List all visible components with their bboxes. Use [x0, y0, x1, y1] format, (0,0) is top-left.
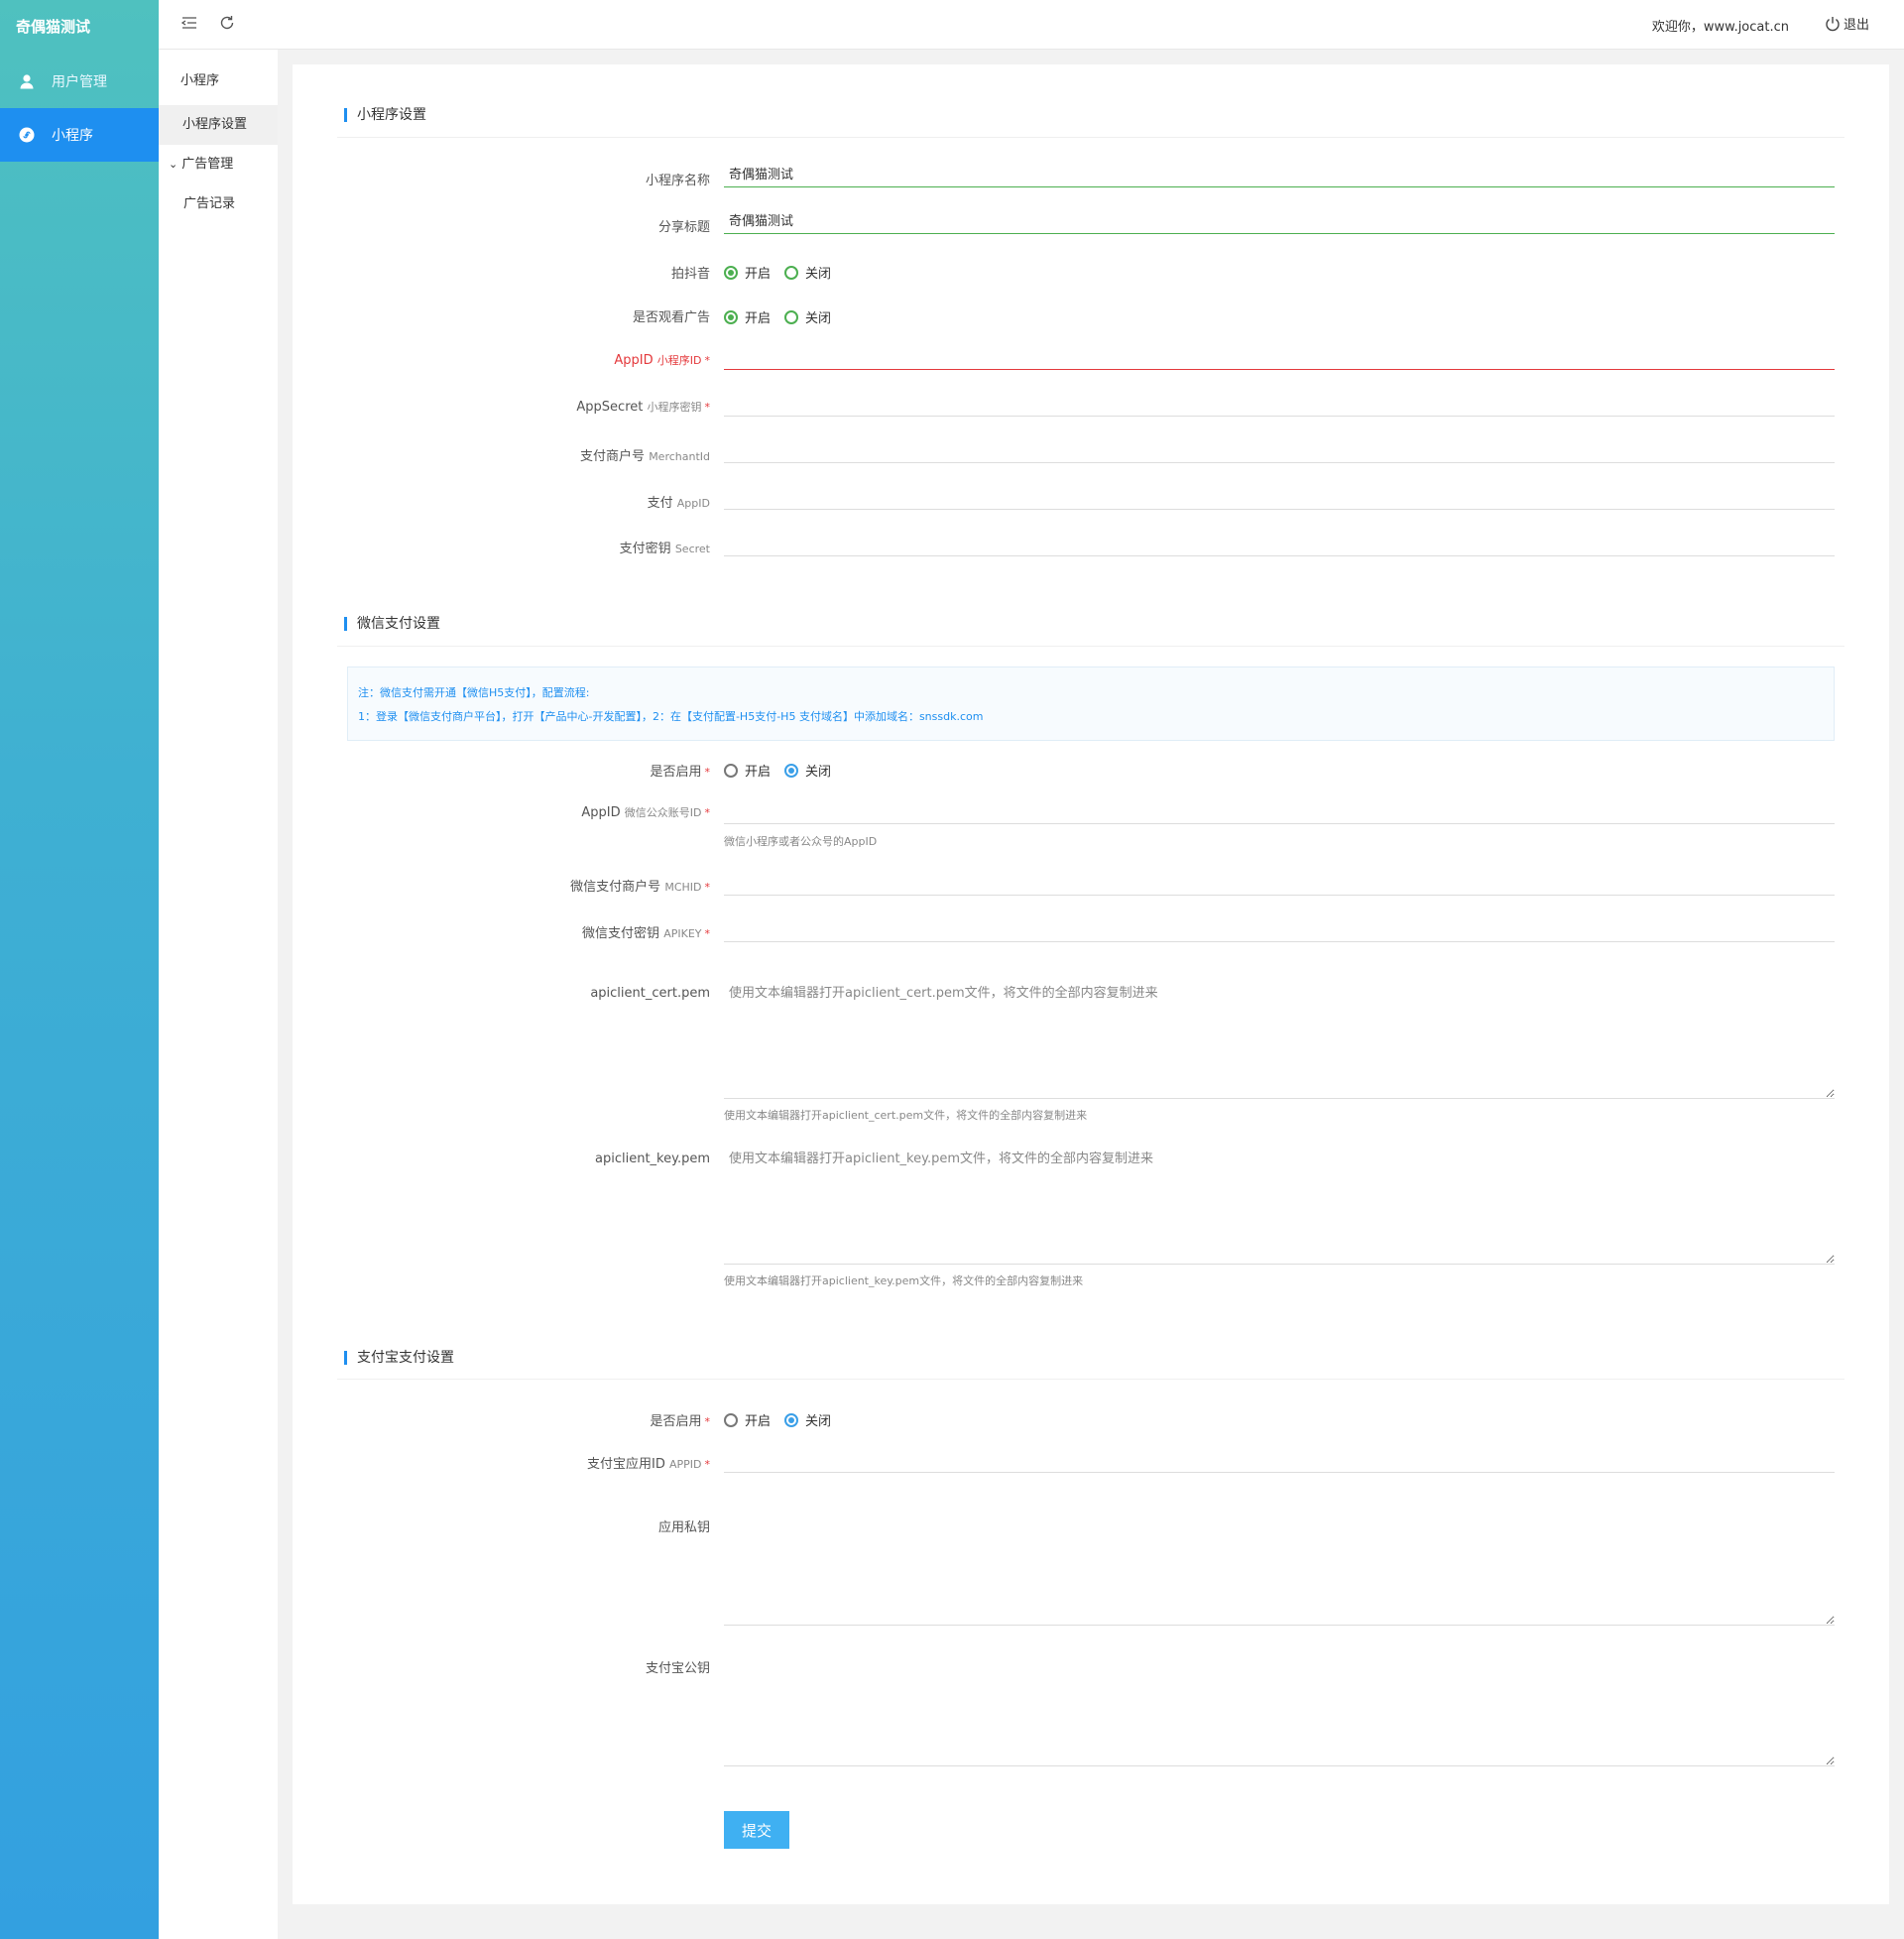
cert-pem-textarea[interactable] [724, 976, 1835, 1099]
label-cert-pem: apiclient_cert.pem [590, 986, 710, 1001]
section-title-alipay: 支付宝支付设置 [344, 1351, 454, 1365]
pay-secret-input[interactable] [724, 529, 1835, 556]
label-alipay-enable: 是否启用 * [650, 1414, 710, 1429]
label-appsecret: AppSecret 小程序密钥 * [576, 400, 710, 415]
alipay-enable-radio-group: 开启 关闭 [724, 1410, 845, 1429]
appsecret-input[interactable] [724, 389, 1835, 417]
douyin-radio-group: 开启 关闭 [724, 263, 845, 282]
label-app-private-key: 应用私钥 [657, 1520, 710, 1535]
divider [337, 137, 1844, 138]
label-pay-appid: 支付 AppID [647, 496, 710, 511]
wechat-notice: 注：微信支付需开通【微信H5支付】，配置流程: 1：登录【微信支付商户平台】，打… [347, 667, 1835, 741]
wechat-off-radio[interactable]: 关闭 [784, 761, 831, 780]
cert-pem-help: 使用文本编辑器打开apiclient_cert.pem文件，将文件的全部内容复制… [724, 1109, 1088, 1122]
label-miniapp-name: 小程序名称 [645, 174, 710, 188]
top-header: 欢迎你，www.jocat.cn 退出 [159, 0, 1904, 50]
label-alipay-public-key: 支付宝公钥 [645, 1661, 710, 1676]
sidebar-item-users[interactable]: 用户管理 [0, 55, 159, 108]
user-icon [18, 72, 36, 90]
logout-button[interactable]: 退出 [1825, 14, 1869, 33]
alipay-off-radio[interactable]: 关闭 [784, 1410, 831, 1429]
welcome-text: 欢迎你，www.jocat.cn [1651, 20, 1789, 35]
watch-ads-radio-group: 开启 关闭 [724, 307, 845, 326]
ads-on-radio[interactable]: 开启 [724, 307, 771, 326]
wechat-mchid-input[interactable] [724, 868, 1835, 896]
douyin-on-radio[interactable]: 开启 [724, 263, 771, 282]
section-title-wechat: 微信支付设置 [344, 617, 440, 631]
subnav-group-label: 广告管理 [181, 157, 234, 172]
label-share-title: 分享标题 [657, 220, 710, 235]
share-title-input[interactable] [724, 206, 1835, 234]
submit-button[interactable]: 提交 [724, 1811, 789, 1849]
key-pem-help: 使用文本编辑器打开apiclient_key.pem文件，将文件的全部内容复制进… [724, 1274, 1084, 1287]
wechat-apikey-input[interactable] [724, 914, 1835, 942]
wechat-appid-help: 微信小程序或者公众号的AppID [724, 835, 878, 848]
label-pay-secret: 支付密钥 Secret [619, 542, 710, 556]
label-wechat-apikey: 微信支付密钥 APIKEY * [582, 926, 710, 941]
logout-label: 退出 [1843, 18, 1869, 33]
pay-appid-input[interactable] [724, 482, 1835, 510]
notice-line: 注：微信支付需开通【微信H5支付】，配置流程: [358, 686, 590, 699]
sub-navigation: 小程序 小程序设置 ⌄ 广告管理 广告记录 [159, 0, 278, 1939]
key-pem-textarea[interactable] [724, 1142, 1835, 1265]
label-wechat-enable: 是否启用 * [650, 765, 710, 780]
wechat-enable-radio-group: 开启 关闭 [724, 761, 845, 780]
alipay-appid-input[interactable] [724, 1445, 1835, 1473]
app-private-key-textarea[interactable] [724, 1507, 1835, 1626]
label-wechat-appid: AppID 微信公众账号ID * [581, 805, 710, 820]
divider [337, 1379, 1844, 1380]
subnav-group-ads[interactable]: ⌄ 广告管理 [159, 145, 278, 184]
miniprogram-icon [18, 126, 36, 144]
alipay-on-radio[interactable]: 开启 [724, 1410, 771, 1429]
subnav-title: 小程序 [180, 73, 220, 88]
refresh-icon[interactable] [218, 14, 238, 34]
wechat-on-radio[interactable]: 开启 [724, 761, 771, 780]
label-watch-ads: 是否观看广告 [632, 310, 710, 325]
subnav-item-miniapp-settings[interactable]: 小程序设置 [159, 105, 278, 145]
appid-input[interactable] [724, 342, 1835, 370]
douyin-off-radio[interactable]: 关闭 [784, 263, 831, 282]
merchant-id-input[interactable] [724, 435, 1835, 463]
label-douyin: 拍抖音 [670, 267, 710, 282]
sidebar-item-label: 小程序 [52, 128, 93, 144]
sidebar-item-label: 用户管理 [52, 74, 107, 90]
label-wechat-mchid: 微信支付商户号 MCHID * [570, 880, 710, 895]
notice-line: 1：登录【微信支付商户平台】，打开【产品中心-开发配置】，2：在【支付配置-H5… [358, 710, 984, 723]
label-key-pem: apiclient_key.pem [595, 1151, 710, 1166]
power-icon [1826, 16, 1840, 31]
sidebar-item-miniprogram[interactable]: 小程序 [0, 108, 159, 162]
main-sidebar: 奇偶猫测试 用户管理 小程序 [0, 0, 159, 1939]
section-title-miniapp: 小程序设置 [344, 108, 426, 122]
label-alipay-appid: 支付宝应用ID APPID * [586, 1457, 710, 1472]
subnav-item-ad-records[interactable]: 广告记录 [159, 184, 278, 224]
chevron-down-icon: ⌄ [169, 158, 178, 171]
label-merchant-id: 支付商户号 MerchantId [580, 449, 710, 464]
menu-toggle-icon[interactable] [180, 14, 200, 34]
label-appid: AppID 小程序ID * [614, 353, 710, 368]
wechat-appid-input[interactable] [724, 796, 1835, 824]
alipay-public-key-textarea[interactable] [724, 1647, 1835, 1766]
brand-title: 奇偶猫测试 [16, 18, 91, 36]
settings-form: 小程序设置 小程序名称 分享标题 拍抖音 开启 关闭 是否观看广告 开启 关闭 … [293, 64, 1889, 1904]
miniapp-name-input[interactable] [724, 160, 1835, 187]
ads-off-radio[interactable]: 关闭 [784, 307, 831, 326]
divider [337, 646, 1844, 647]
